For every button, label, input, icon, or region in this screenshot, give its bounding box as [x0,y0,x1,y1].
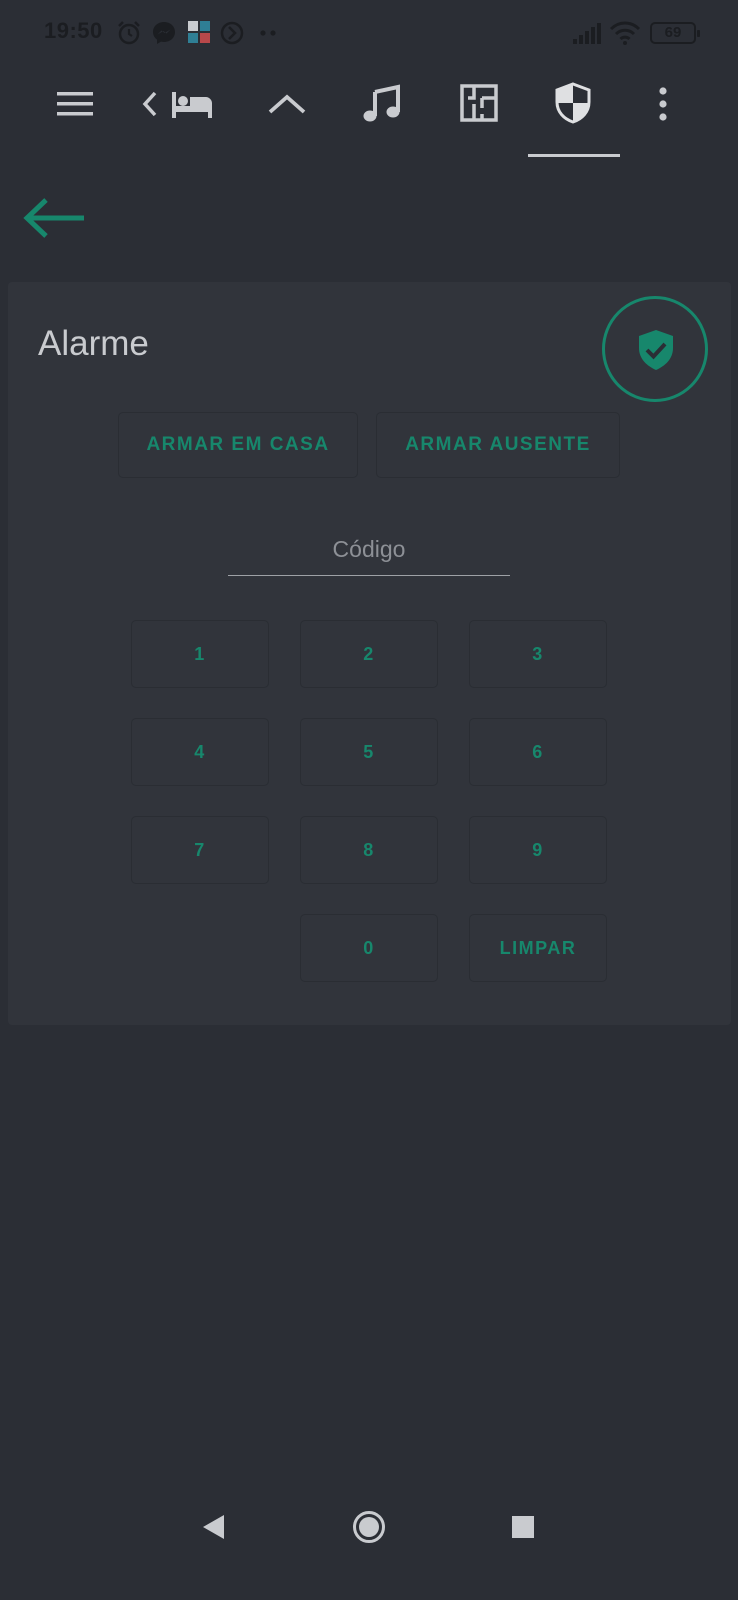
alarm-panel-card: Alarme ARMAR EM CASA ARMAR AUSENTE Códig… [8,282,731,1025]
keypad-1-button[interactable]: 1 [131,620,269,688]
alarm-title: Alarme [38,324,149,363]
keypad-3-button[interactable]: 3 [469,620,607,688]
keypad-8-button[interactable]: 8 [300,816,438,884]
bed-icon[interactable] [170,88,214,120]
active-tab-indicator [528,154,620,157]
shield-check-icon [639,330,673,370]
menu-icon[interactable] [57,90,93,118]
messenger-icon [153,22,175,44]
keypad-2-button[interactable]: 2 [300,620,438,688]
back-arrow-icon[interactable] [22,196,88,240]
sync-icon [220,21,244,45]
keypad-6-button[interactable]: 6 [469,718,607,786]
home-circle-icon[interactable] [352,1510,386,1544]
system-navigation-bar [0,1510,738,1600]
keypad-4-button[interactable]: 4 [131,718,269,786]
battery-level: 69 [664,24,682,41]
keypad-clear-button[interactable]: LIMPAR [469,914,607,982]
overflow-menu-icon[interactable] [657,86,669,122]
keypad-7-button[interactable]: 7 [131,816,269,884]
back-triangle-icon[interactable] [200,1513,226,1541]
keypad-5-button[interactable]: 5 [300,718,438,786]
status-time: 19:50 [44,18,103,43]
arm-away-button[interactable]: ARMAR AUSENTE [376,412,620,478]
chevron-left-icon[interactable] [141,90,159,118]
home-roof-icon[interactable] [267,92,307,116]
keypad-0-button[interactable]: 0 [300,914,438,982]
wifi-icon [609,21,641,45]
arm-home-button[interactable]: ARMAR EM CASA [118,412,358,478]
alarm-clock-icon [118,21,140,45]
floorplan-icon[interactable] [460,84,498,122]
app-toolbar [0,66,738,162]
code-input[interactable]: Código [228,534,510,576]
battery-icon: 69 [650,22,700,44]
app-notification-icon [188,21,210,43]
recents-square-icon[interactable] [511,1515,535,1539]
music-note-icon[interactable] [362,84,402,124]
signal-icon [573,23,601,44]
keypad-9-button[interactable]: 9 [469,816,607,884]
alarm-state-badge [602,296,708,402]
more-dots-icon [260,30,276,36]
shield-icon[interactable] [555,82,591,124]
status-bar: 19:50 69 [0,0,738,66]
screen: 19:50 69 Alarme ARMAR EM CASA ARMAR AUSE… [0,0,738,1600]
code-placeholder: Código [332,536,406,562]
